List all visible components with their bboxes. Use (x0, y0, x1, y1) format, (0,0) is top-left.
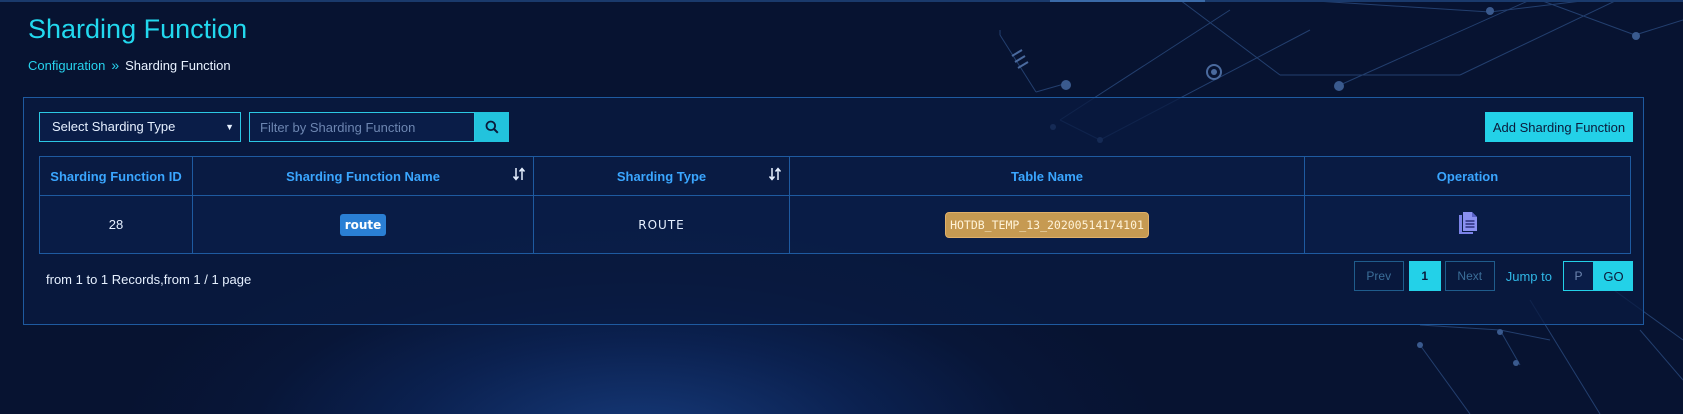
function-name-badge[interactable]: route (339, 213, 387, 236)
document-icon[interactable] (1457, 211, 1479, 238)
top-border-line (0, 0, 1683, 2)
sharding-type-value: ROUTE (638, 218, 685, 232)
sharding-function-panel: Select Sharding Type ▼ Add Sharding Func… (23, 97, 1644, 325)
dropdown-caret-icon: ▼ (225, 122, 234, 132)
breadcrumb: Configuration » Sharding Function (28, 57, 231, 73)
sharding-type-select-value: Select Sharding Type (52, 119, 176, 134)
filter-sharding-function-input[interactable] (249, 112, 475, 142)
column-header-id: Sharding Function ID (39, 156, 193, 196)
column-header-table-name: Table Name (789, 156, 1305, 196)
table-header-row: Sharding Function ID Sharding Function N… (39, 156, 1631, 196)
page-number-button[interactable]: 1 (1408, 261, 1441, 291)
cell-table-name: HOTDB_TEMP_13_20200514174101 (789, 195, 1305, 254)
table-name-badge: HOTDB_TEMP_13_20200514174101 (945, 211, 1149, 238)
breadcrumb-separator: » (111, 57, 120, 73)
sort-icon[interactable] (513, 167, 527, 181)
jump-to-label: Jump to (1505, 268, 1552, 284)
cell-id: 28 (39, 195, 193, 254)
add-sharding-function-button[interactable]: Add Sharding Function (1485, 112, 1633, 142)
sharding-function-table: Sharding Function ID Sharding Function N… (39, 156, 1631, 254)
records-info: from 1 to 1 Records,from 1 / 1 page (46, 272, 252, 287)
column-header-name[interactable]: Sharding Function Name (192, 156, 534, 196)
breadcrumb-configuration-link[interactable]: Configuration (28, 58, 105, 73)
cell-operation (1304, 195, 1631, 254)
cell-name: route (192, 195, 534, 254)
search-button[interactable] (475, 112, 509, 142)
sort-icon[interactable] (769, 167, 783, 181)
pagination: Prev 1 Next Jump to GO (1353, 261, 1633, 291)
page-title: Sharding Function (28, 14, 248, 44)
prev-page-button[interactable]: Prev (1353, 261, 1404, 291)
next-page-button[interactable]: Next (1444, 261, 1495, 291)
table-row: 28 route ROUTE HOTDB_TEMP_13_20200514174… (39, 195, 1631, 254)
column-header-operation: Operation (1304, 156, 1631, 196)
breadcrumb-current: Sharding Function (125, 57, 231, 73)
sharding-type-select[interactable]: Select Sharding Type ▼ (39, 112, 241, 142)
cell-type: ROUTE (533, 195, 790, 254)
jump-page-input[interactable] (1563, 261, 1594, 291)
go-button[interactable]: GO (1594, 261, 1633, 291)
search-icon (485, 120, 499, 134)
column-header-type[interactable]: Sharding Type (533, 156, 790, 196)
